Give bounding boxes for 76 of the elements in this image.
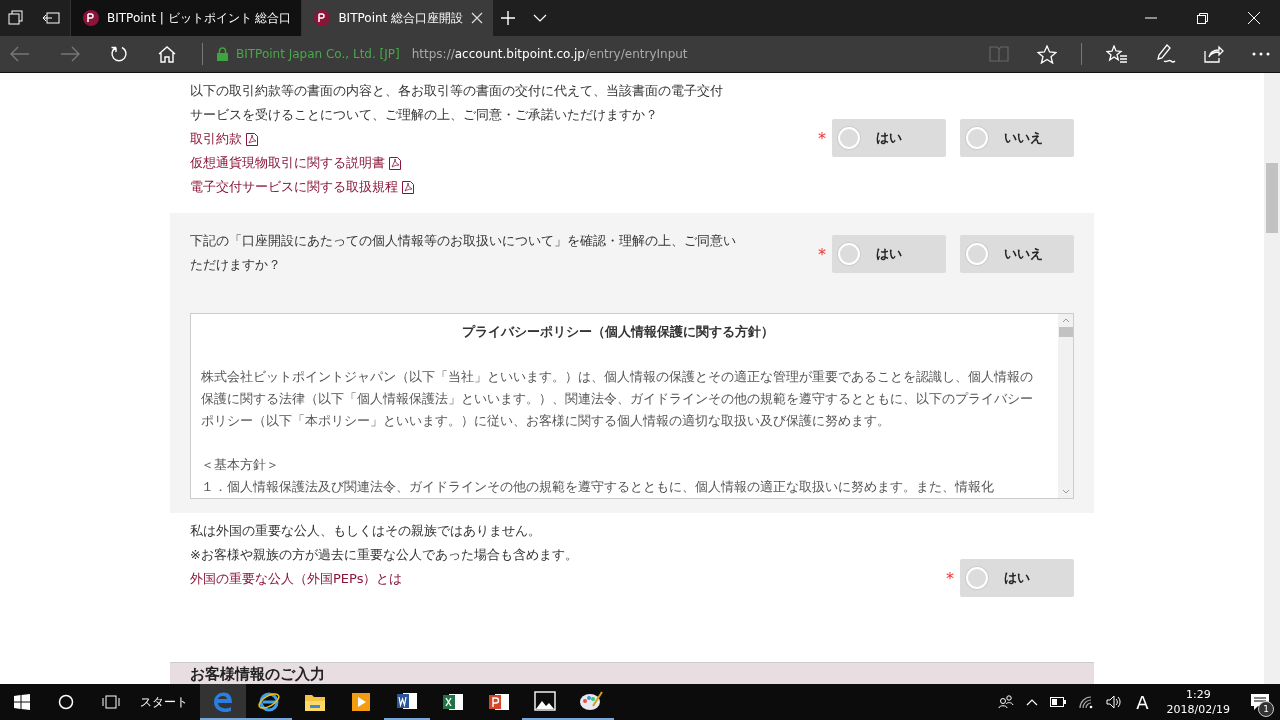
policy-box[interactable]	[190, 313, 1074, 499]
radio-option[interactable]: はい	[832, 119, 946, 157]
document-link[interactable]: 仮想通貨現物取引に関する説明書	[190, 151, 385, 175]
globe-icon	[258, 690, 280, 712]
ime-indicator[interactable]: A	[1136, 691, 1149, 713]
tabs-aside-icon[interactable]	[8, 10, 24, 26]
clock-time: 1:29	[1185, 687, 1211, 702]
document-link[interactable]: 外国の重要な公人（外国PEPs）とは	[190, 567, 403, 591]
image-icon	[534, 691, 556, 711]
policy-paragraph: ＜基本方針＞	[201, 456, 280, 474]
radio-option[interactable]: いいえ	[960, 119, 1074, 157]
question-text: 以下の取引約款等の書面の内容と、各お取引等の書面の交付に代えて、当該書面の電子交付	[190, 82, 723, 100]
wifi-icon[interactable]	[1078, 695, 1095, 709]
page-scrollbar[interactable]	[1264, 73, 1280, 684]
close-icon[interactable]	[1248, 12, 1260, 24]
policy-title: プライバシーポリシー（個人情報保護に関する方針）	[460, 323, 775, 341]
word-icon	[396, 690, 418, 712]
radio-option[interactable]: はい	[960, 559, 1074, 597]
question-text: 私は外国の重要な公人、もしくはその親族ではありません。	[190, 522, 542, 540]
task-view-icon[interactable]	[102, 695, 120, 709]
restore-icon[interactable]	[1197, 12, 1208, 24]
chevron-down-icon[interactable]	[533, 14, 548, 22]
pdf-icon	[246, 132, 258, 146]
radio-option[interactable]: いいえ	[960, 235, 1074, 273]
site-identity[interactable]: BITPoint Japan Co., Ltd. [JP]	[236, 47, 400, 61]
refresh-icon[interactable]	[110, 45, 128, 63]
address-url[interactable]: https://account.bitpoint.co.jp/entry/entryInput	[411, 47, 688, 61]
forward-icon[interactable]	[60, 46, 80, 62]
scroll-thumb[interactable]	[1058, 327, 1073, 337]
start-label[interactable]: スタート	[140, 693, 188, 711]
required-mark: *	[946, 568, 954, 588]
question-text: 下記の「口座開設にあたっての個人情報等のお取扱いについて」を確認・理解の上、ご同意い	[190, 232, 736, 250]
policy-paragraph: 株式会社ビットポイントジャパン（以下「当社」といいます。）は、個人情報の保護とその適正な管理が重要であることを認識し、個人情報の保護に関する法律（以下「個人情報保護法」といいます。）、関連法令、ガイドラインその他の規範を遵守するとともに、以下のプライバシーポリシー（以下「本ポリシー」といいます。）に従い、お客様に関する個人情報の適切な取扱い及び保護に努めます。	[201, 368, 1034, 430]
excel-icon	[442, 691, 464, 713]
battery-icon[interactable]	[1050, 697, 1067, 707]
pdf-icon	[402, 180, 414, 194]
close-tab-icon[interactable]	[471, 12, 484, 24]
favorites-list-icon[interactable]	[1106, 44, 1128, 64]
home-icon[interactable]	[158, 45, 176, 63]
clock[interactable]: 1:29 2018/02/19	[1166, 687, 1230, 717]
share-icon[interactable]	[1204, 45, 1224, 63]
volume-icon[interactable]	[1106, 695, 1123, 709]
question-text: ※お客様や親族の方が過去に重要な公人であった場合も含めます。	[190, 546, 578, 564]
pen-icon[interactable]	[1156, 44, 1176, 64]
question-text: ただけますか？	[190, 256, 282, 274]
document-link[interactable]: 取引約款	[190, 127, 242, 151]
set-aside-icon[interactable]	[42, 11, 60, 25]
more-icon[interactable]	[1252, 52, 1270, 56]
browser-tab[interactable]: BITPoint | ビットポイント 総合口	[70, 0, 302, 36]
search-icon[interactable]	[58, 694, 74, 710]
play-icon	[350, 691, 372, 713]
chevron-up-icon[interactable]	[1026, 698, 1039, 706]
people-icon[interactable]	[998, 695, 1015, 709]
scrollbar[interactable]	[1058, 314, 1073, 498]
powerpoint-icon	[488, 691, 510, 713]
browser-tab[interactable]: BITPoint 総合口座開設	[301, 0, 494, 36]
star-icon[interactable]	[1037, 44, 1057, 64]
document-link[interactable]: 電子交付サービスに関する取扱規程	[190, 175, 398, 199]
site-logo-icon	[314, 10, 331, 26]
section-title: お客様情報のご入力	[190, 665, 325, 683]
lock-icon	[217, 47, 228, 61]
windows-icon[interactable]	[14, 694, 30, 710]
required-mark: *	[818, 128, 826, 148]
pdf-icon	[389, 156, 401, 170]
notification-badge: 1	[1258, 701, 1274, 717]
clock-date: 2018/02/19	[1166, 702, 1230, 717]
edge-icon	[212, 690, 234, 712]
back-icon[interactable]	[10, 46, 30, 62]
new-tab-icon[interactable]	[501, 11, 516, 25]
palette-icon	[579, 690, 603, 712]
radio-option[interactable]: はい	[832, 235, 946, 273]
folder-icon	[304, 692, 326, 712]
question-text: サービスを受けることについて、ご理解の上、ご同意・ご承諾いただけますか？	[190, 106, 659, 124]
required-mark: *	[818, 244, 826, 264]
policy-paragraph: １．個人情報保護法及び関連法令、ガイドラインその他の規範を遵守するとともに、個人情報の適正な取扱いに努めます。また、情報化	[201, 478, 995, 496]
site-logo-icon	[83, 10, 99, 26]
